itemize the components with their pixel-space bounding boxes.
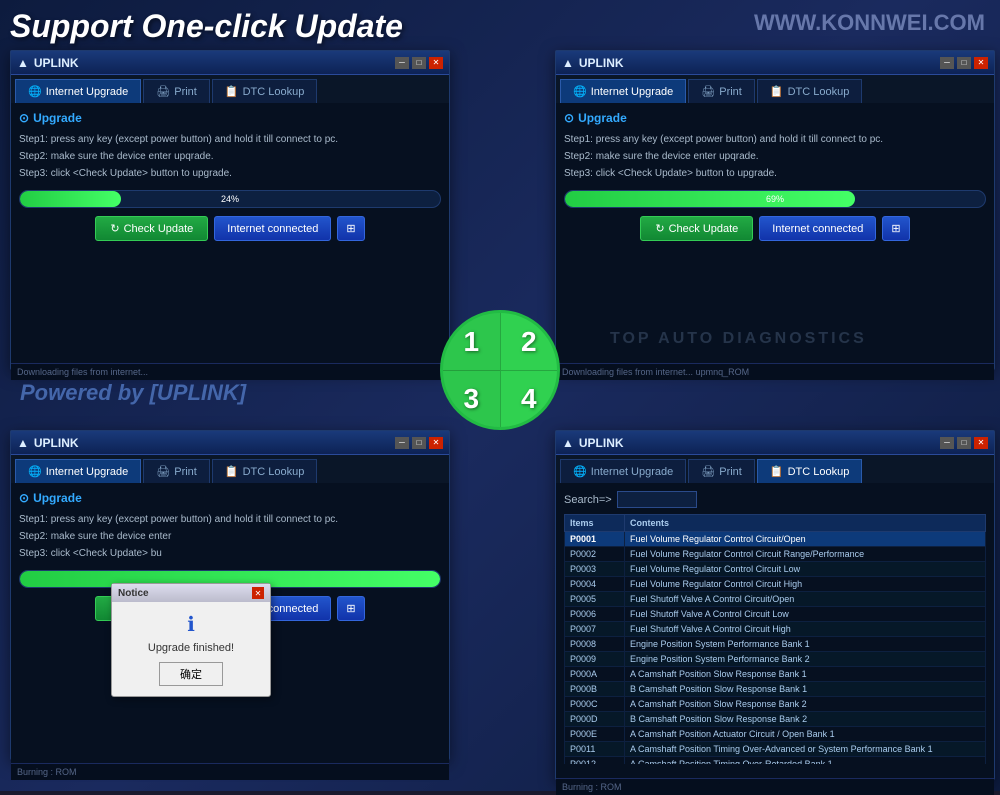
tab-print-1[interactable]: 🖨 Print — [143, 79, 210, 103]
print-icon-1: 🖨 — [156, 85, 170, 98]
tab-dtc-1[interactable]: 📋 DTC Lookup — [212, 79, 317, 103]
upgrade-header-3: ⊙ Upgrade — [19, 491, 441, 505]
upgrade-header-2: ⊙ Upgrade — [564, 111, 986, 125]
window-3: ▲ UPLINK ─ □ ✕ 🌐 Internet Upgrade 🖨 Prin… — [10, 430, 450, 760]
progress-text-1: 24% — [221, 194, 239, 204]
screen-btn-2[interactable]: ⊞ — [882, 216, 909, 241]
notice-dialog: Notice ✕ ℹ Upgrade finished! 确定 — [111, 583, 271, 697]
print-icon-3: 🖨 — [156, 465, 170, 478]
notice-close-btn[interactable]: ✕ — [252, 587, 264, 599]
internet-icon-1: 🌐 — [28, 85, 42, 98]
maximize-btn-3[interactable]: □ — [412, 437, 426, 449]
close-btn-3[interactable]: ✕ — [429, 437, 443, 449]
content-3: ⊙ Upgrade Step1: press any key (except p… — [11, 483, 449, 763]
screen-btn-1[interactable]: ⊞ — [337, 216, 364, 241]
tab-internet-upgrade-3[interactable]: 🌐 Internet Upgrade — [15, 459, 141, 483]
maximize-btn-2[interactable]: □ — [957, 57, 971, 69]
internet-icon-2: 🌐 — [573, 85, 587, 98]
window-title-2: ▲ UPLINK — [562, 56, 940, 70]
progress-text-2: 69% — [766, 194, 784, 204]
internet-icon-4: 🌐 — [573, 465, 587, 478]
status-bar-3: Burning : ROM — [11, 763, 449, 780]
notice-message: Upgrade finished! — [122, 642, 260, 654]
progress-fill-2 — [565, 191, 855, 207]
status-bar-1: Downloading files from internet... — [11, 363, 449, 380]
close-btn-2[interactable]: ✕ — [974, 57, 988, 69]
internet-connected-btn-1[interactable]: Internet connected — [214, 216, 331, 241]
window-controls-2: ─ □ ✕ — [940, 57, 988, 69]
upgrade-steps-3: Step1: press any key (except power butto… — [19, 511, 441, 562]
window-2: ▲ UPLINK ─ □ ✕ 🌐 Internet Upgrade 🖨 Prin… — [555, 50, 995, 370]
progress-bar-1: 24% — [19, 190, 441, 208]
window-controls-1: ─ □ ✕ — [395, 57, 443, 69]
upgrade-steps-2: Step1: press any key (except power butto… — [564, 131, 986, 182]
window-1: ▲ UPLINK ─ □ ✕ 🌐 Internet Upgrade 🖨 Prin… — [10, 50, 450, 370]
radio-icon-3: ⊙ — [19, 491, 29, 505]
content-1: ⊙ Upgrade Step1: press any key (except p… — [11, 103, 449, 363]
tab-print-3[interactable]: 🖨 Print — [143, 459, 210, 483]
uplink-icon-1: ▲ — [17, 56, 29, 70]
powered-by-text: Powered by [UPLINK] — [20, 380, 246, 406]
titlebar-1: ▲ UPLINK ─ □ ✕ — [11, 51, 449, 75]
upgrade-header-1: ⊙ Upgrade — [19, 111, 441, 125]
titlebar-2: ▲ UPLINK ─ □ ✕ — [556, 51, 994, 75]
page-title: Support One-click Update — [10, 8, 403, 45]
upgrade-steps-1: Step1: press any key (except power butto… — [19, 131, 441, 182]
tab-internet-upgrade-1[interactable]: 🌐 Internet Upgrade — [15, 79, 141, 103]
refresh-icon-2: ↻ — [655, 222, 664, 235]
window-controls-3: ─ □ ✕ — [395, 437, 443, 449]
notice-ok-btn[interactable]: 确定 — [159, 662, 223, 686]
uplink-icon-4: ▲ — [562, 436, 574, 450]
notice-body: ℹ Upgrade finished! 确定 — [112, 602, 270, 696]
tab-internet-upgrade-2[interactable]: 🌐 Internet Upgrade — [560, 79, 686, 103]
tab-dtc-3[interactable]: 📋 DTC Lookup — [212, 459, 317, 483]
screen-btn-3[interactable]: ⊞ — [337, 596, 364, 621]
tab-dtc-2[interactable]: 📋 DTC Lookup — [757, 79, 862, 103]
watermark-text: TOP AUTO DIAGNOSTICS — [610, 330, 990, 761]
refresh-icon-1: ↻ — [110, 222, 119, 235]
titlebar-3: ▲ UPLINK ─ □ ✕ — [11, 431, 449, 455]
internet-icon-3: 🌐 — [28, 465, 42, 478]
button-row-2: ↻ Check Update Internet connected ⊞ — [564, 216, 986, 241]
info-icon: ℹ — [122, 612, 260, 637]
button-row-1: ↻ Check Update Internet connected ⊞ — [19, 216, 441, 241]
tabs-3: 🌐 Internet Upgrade 🖨 Print 📋 DTC Lookup — [11, 455, 449, 483]
tab-print-2[interactable]: 🖨 Print — [688, 79, 755, 103]
radio-icon-2: ⊙ — [564, 111, 574, 125]
tabs-1: 🌐 Internet Upgrade 🖨 Print 📋 DTC Lookup — [11, 75, 449, 103]
close-btn-1[interactable]: ✕ — [429, 57, 443, 69]
dtc-icon-3: 📋 — [225, 465, 239, 478]
window-title-1: ▲ UPLINK — [17, 56, 395, 70]
tabs-2: 🌐 Internet Upgrade 🖨 Print 📋 DTC Lookup — [556, 75, 994, 103]
dtc-icon-1: 📋 — [225, 85, 239, 98]
dtc-icon-2: 📋 — [770, 85, 784, 98]
maximize-btn-1[interactable]: □ — [412, 57, 426, 69]
radio-icon-1: ⊙ — [19, 111, 29, 125]
content-2: ⊙ Upgrade Step1: press any key (except p… — [556, 103, 994, 363]
brand-text: WWW.KONNWEI.COM — [754, 10, 985, 36]
internet-connected-btn-2[interactable]: Internet connected — [759, 216, 876, 241]
uplink-icon-3: ▲ — [17, 436, 29, 450]
progress-fill-1 — [20, 191, 121, 207]
check-update-btn-2[interactable]: ↻ Check Update — [640, 216, 753, 241]
uplink-icon-2: ▲ — [562, 56, 574, 70]
progress-bar-2: 69% — [564, 190, 986, 208]
notice-titlebar: Notice ✕ — [112, 584, 270, 602]
step-circle: 1 2 3 4 — [440, 310, 560, 430]
check-update-btn-1[interactable]: ↻ Check Update — [95, 216, 208, 241]
print-icon-2: 🖨 — [701, 85, 715, 98]
window-title-3: ▲ UPLINK — [17, 436, 395, 450]
minimize-btn-2[interactable]: ─ — [940, 57, 954, 69]
minimize-btn-1[interactable]: ─ — [395, 57, 409, 69]
minimize-btn-3[interactable]: ─ — [395, 437, 409, 449]
status-bar-4: Burning : ROM — [556, 778, 994, 795]
